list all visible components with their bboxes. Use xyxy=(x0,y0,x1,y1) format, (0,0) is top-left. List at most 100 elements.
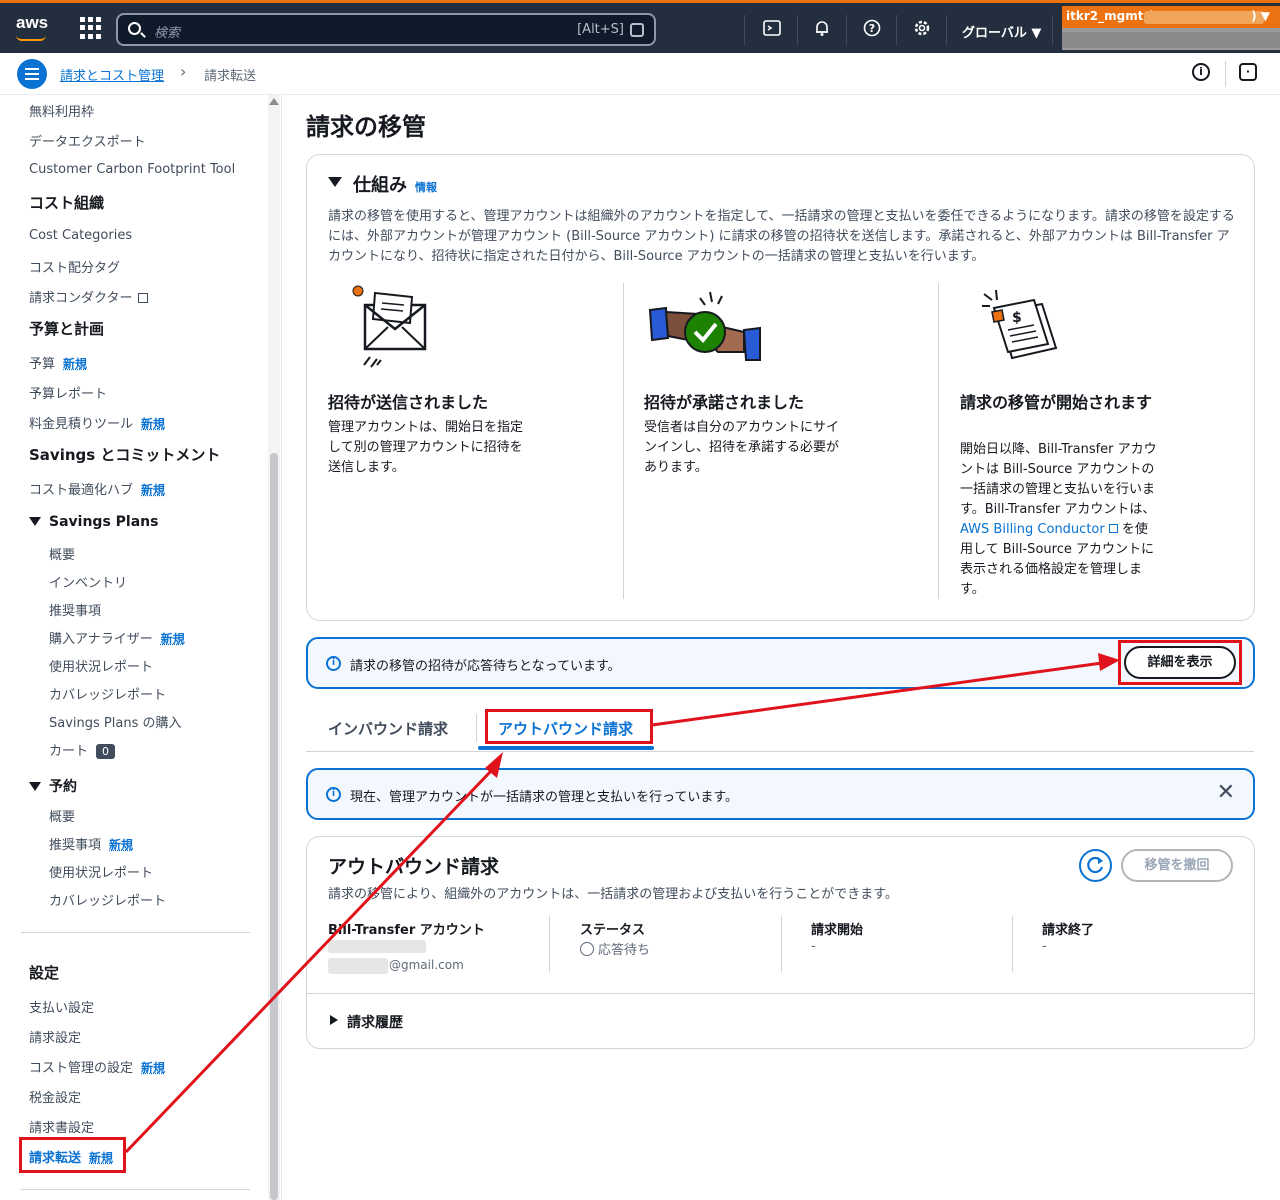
nav-group-reservations[interactable]: 予約 xyxy=(29,776,77,796)
annotation-highlight-box xyxy=(1118,640,1242,685)
nav-sp-cart[interactable]: カート 0 xyxy=(49,740,116,759)
account-email: @gmail.com xyxy=(389,958,464,972)
nav-sp-purchase-analyzer-label: 購入アナライザー xyxy=(49,632,153,647)
region-selector[interactable]: グローバル ▼ xyxy=(962,22,1041,41)
nav-cost-alloc-tags[interactable]: コスト配分タグ xyxy=(29,257,120,276)
redacted-account-id xyxy=(328,940,426,953)
nav-sp-overview[interactable]: 概要 xyxy=(49,544,75,563)
cart-count-badge: 0 xyxy=(96,744,116,759)
nav-ri-overview[interactable]: 概要 xyxy=(49,806,75,825)
billing-history-toggle[interactable]: 請求履歴 xyxy=(347,1012,403,1032)
nav-pricing-calc[interactable]: 料金見積りツール 新規 xyxy=(29,413,165,432)
nav-cost-opt-hub[interactable]: コスト最適化ハブ 新規 xyxy=(29,479,165,498)
envelope-icon xyxy=(352,285,427,368)
nav-ri-utilization[interactable]: 使用状況レポート xyxy=(49,862,153,881)
nav-budgets-label: 予算 xyxy=(29,357,56,372)
menu-toggle-button[interactable] xyxy=(17,59,47,89)
nav-sp-recommendations[interactable]: 推奨事項 xyxy=(49,600,101,619)
clock-icon xyxy=(580,942,594,956)
breadcrumb-current: 請求転送 xyxy=(204,69,257,84)
nav-ri-coverage[interactable]: カバレッジレポート xyxy=(49,890,166,909)
nav-cost-categories[interactable]: Cost Categories xyxy=(29,228,132,243)
handshake-check-icon xyxy=(648,291,761,361)
redacted-email xyxy=(328,958,388,974)
info-icon: i xyxy=(326,787,341,802)
caret-down-icon xyxy=(29,517,41,526)
billing-conductor-link-label: AWS Billing Conductor xyxy=(960,522,1105,537)
nav-sp-inventory[interactable]: インベントリ xyxy=(49,572,127,591)
nav-sp-purchase[interactable]: Savings Plans の購入 xyxy=(49,712,181,731)
billing-end-value: - xyxy=(1042,939,1047,954)
cloudshell-icon[interactable] xyxy=(762,19,782,39)
breadcrumb-parent-link[interactable]: 請求とコスト管理 xyxy=(60,65,164,84)
new-badge: 新規 xyxy=(141,483,166,497)
info-panel-icon[interactable]: i xyxy=(1192,63,1210,81)
pending-alert-text: 請求の移管の招待が応答待ちとなっています。 xyxy=(350,659,621,674)
sidebar-scroll-thumb[interactable] xyxy=(270,453,278,1200)
external-link-icon xyxy=(138,293,149,303)
nav-group-savings-plans-label: Savings Plans xyxy=(49,514,159,530)
col-bill-transfer-account: Bill-Transfer アカウント xyxy=(328,923,485,938)
outbound-description: 請求の移管により、組織外のアカウントは、一括請求の管理および支払いを行うことがで… xyxy=(328,887,898,902)
nav-sp-utilization[interactable]: 使用状況レポート xyxy=(49,656,153,675)
logo-text: aws xyxy=(16,13,49,32)
nav-invoice-settings[interactable]: 請求書設定 xyxy=(29,1117,94,1136)
search-placeholder: 検索 xyxy=(154,26,181,41)
caret-right-icon[interactable] xyxy=(330,1015,338,1025)
scroll-up-icon[interactable] xyxy=(269,98,279,105)
search-input[interactable]: 検索 [Alt+S] xyxy=(116,13,656,46)
revoke-transfer-button[interactable]: 移管を撤回 xyxy=(1121,849,1233,882)
account-menu[interactable]: itkr2_mgmt () ▼ xyxy=(1062,6,1280,50)
step-2-text: 受信者は自分のアカウントにサインインし、招待を承諾する必要があります。 xyxy=(644,420,840,475)
apps-grid-icon[interactable] xyxy=(80,17,102,39)
billing-conductor-link[interactable]: AWS Billing Conductor xyxy=(960,522,1118,537)
nav-cost-mgmt-prefs[interactable]: コスト管理の設定 新規 xyxy=(29,1057,165,1076)
info-link[interactable]: 情報 xyxy=(415,181,437,194)
gear-icon[interactable] xyxy=(912,19,932,39)
annotation-highlight-box xyxy=(485,709,653,744)
how-it-works-header[interactable]: 仕組み 情報 xyxy=(353,171,437,197)
status-pending: 応答待ち xyxy=(580,939,650,958)
close-icon[interactable]: ✕ xyxy=(1217,780,1235,805)
new-badge: 新規 xyxy=(141,1061,166,1075)
nav-budgets[interactable]: 予算 新規 xyxy=(29,353,87,372)
nav-section-budget: 予算と計画 xyxy=(29,320,105,338)
step-3-text: 開始日以降、Bill-Transfer アカウントは Bill-Source ア… xyxy=(960,440,1158,600)
how-it-works-description: 請求の移管を使用すると、管理アカウントは組織外のアカウントを指定して、一括請求の… xyxy=(328,209,1235,264)
nav-billing-prefs[interactable]: 請求設定 xyxy=(29,1027,81,1046)
nav-sp-coverage[interactable]: カバレッジレポート xyxy=(49,684,166,703)
svg-text:$: $ xyxy=(1012,310,1022,326)
nav-tax-settings[interactable]: 税金設定 xyxy=(29,1087,81,1106)
nav-payment-prefs[interactable]: 支払い設定 xyxy=(29,997,94,1016)
caret-down-icon[interactable] xyxy=(328,177,342,187)
chevron-right-icon: › xyxy=(180,62,187,81)
new-badge: 新規 xyxy=(109,838,134,852)
nav-group-savings-plans[interactable]: Savings Plans xyxy=(29,514,158,530)
help-icon[interactable]: ? xyxy=(862,19,882,39)
col-billing-start: 請求開始 xyxy=(811,923,864,938)
nav-free-tier[interactable]: 無料利用枠 xyxy=(29,101,94,120)
step-3-title: 請求の移管が開始されます xyxy=(960,393,1153,412)
new-badge: 新規 xyxy=(141,417,166,431)
nav-sp-purchase-analyzer[interactable]: 購入アナライザー 新規 xyxy=(49,628,185,647)
aws-logo[interactable]: aws xyxy=(16,13,49,41)
nav-billing-conductor[interactable]: 請求コンダクター xyxy=(29,287,149,306)
nav-carbon-tool[interactable]: Customer Carbon Footprint Tool xyxy=(29,162,235,177)
refresh-button[interactable] xyxy=(1079,849,1112,882)
account-name: itkr2_mgmt ( xyxy=(1066,9,1154,23)
bell-icon[interactable] xyxy=(812,19,832,39)
nav-sp-cart-label: カート xyxy=(49,744,89,759)
shortcut-icon xyxy=(630,23,644,37)
sidebar-divider xyxy=(21,1189,250,1190)
shield-icon[interactable]: · xyxy=(1239,63,1257,81)
nav-budget-reports[interactable]: 予算レポート xyxy=(29,383,107,402)
pending-invitation-alert: i 請求の移管の招待が応答待ちとなっています。 xyxy=(306,637,1255,689)
outbound-title: アウトバウンド請求 xyxy=(328,856,500,878)
search-shortcut: [Alt+S] xyxy=(577,22,624,37)
nav-data-export[interactable]: データエクスポート xyxy=(29,131,146,150)
sidebar-divider xyxy=(21,932,250,933)
tab-inbound[interactable]: インバウンド請求 xyxy=(328,718,448,739)
nav-cost-mgmt-prefs-label: コスト管理の設定 xyxy=(29,1061,134,1076)
nav-ri-recommendations[interactable]: 推奨事項 新規 xyxy=(49,834,133,853)
top-navigation-bar: aws 検索 [Alt+S] ? グローバル ▼ itkr2_mgmt () ▼ xyxy=(0,0,1280,53)
